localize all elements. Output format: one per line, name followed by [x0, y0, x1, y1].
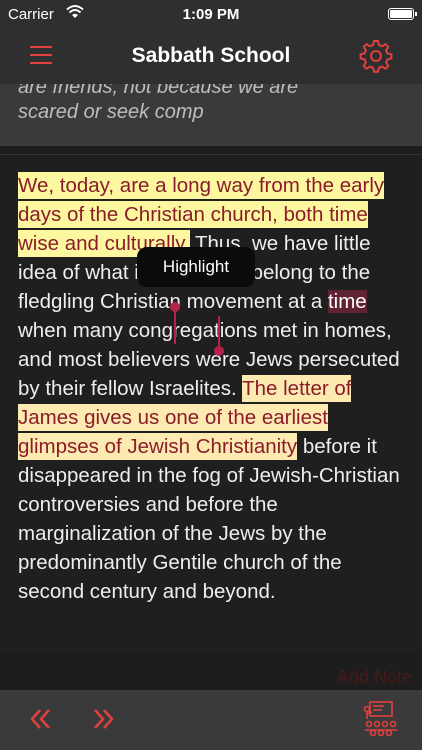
double-chevron-left-icon[interactable] [26, 704, 56, 734]
lesson-content-card[interactable]: We, today, are a long way from the early… [0, 154, 422, 651]
paragraph-text: before it disappeared in the fog of Jewi… [18, 435, 400, 603]
selection-start-line [174, 310, 176, 344]
previous-text-line: are friends, not because we are [18, 84, 299, 98]
add-note-button[interactable]: Add Note [337, 667, 412, 688]
selection-end-handle[interactable] [214, 346, 224, 356]
battery-icon [388, 8, 417, 20]
bottom-toolbar [0, 690, 422, 750]
previous-section-card[interactable]: are friends, not because we are scared o… [0, 84, 422, 146]
double-chevron-right-icon[interactable] [88, 704, 118, 734]
clock: 1:09 PM [182, 6, 240, 23]
selected-word[interactable]: time [327, 290, 367, 313]
lesson-paragraph[interactable]: We, today, are a long way from the early… [18, 171, 410, 606]
highlight-menu-button[interactable]: Highlight [137, 247, 255, 287]
classroom-icon[interactable] [362, 700, 398, 738]
gear-icon[interactable] [358, 38, 394, 74]
selection-end-line [218, 316, 220, 350]
previous-text-line: scared or seek comp [18, 101, 204, 123]
status-bar: Carrier 1:09 PM [0, 0, 422, 30]
navigation-bar: Sabbath School [0, 30, 422, 84]
